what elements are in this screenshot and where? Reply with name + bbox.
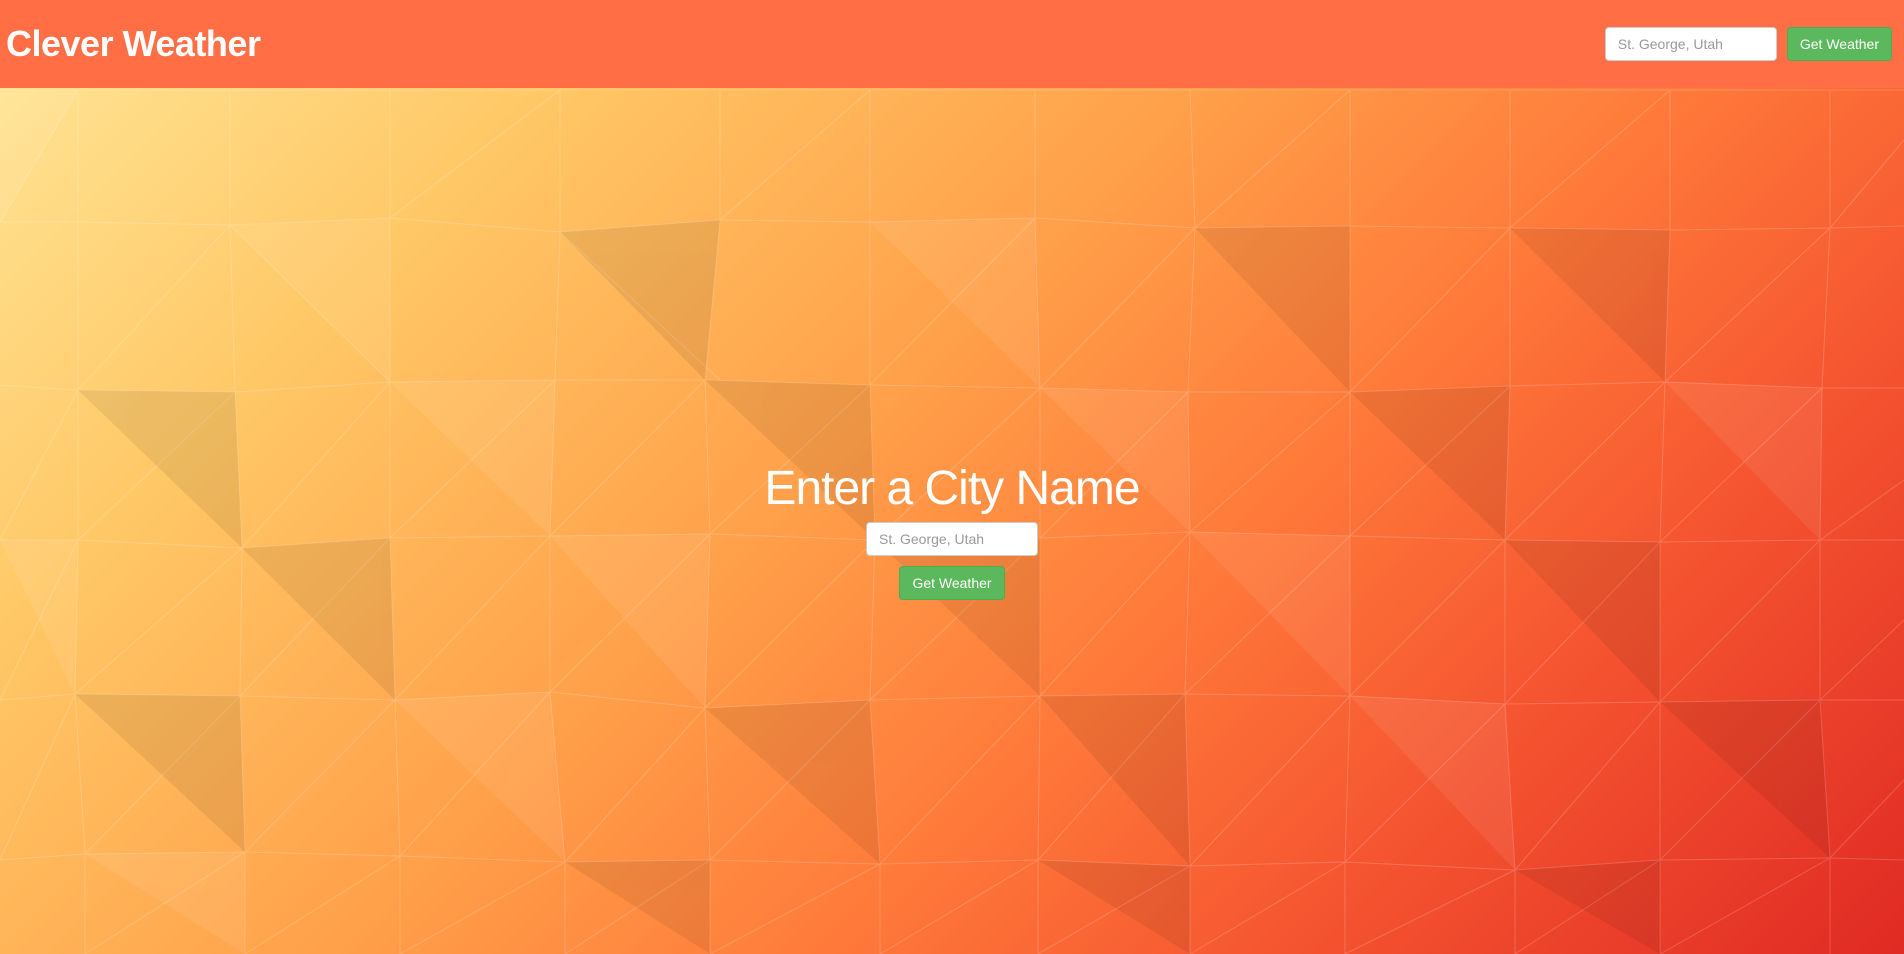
hero-get-weather-button[interactable]: Get Weather [899, 566, 1005, 600]
hero-city-input[interactable] [866, 522, 1038, 556]
navbar: Clever Weather Get Weather [0, 0, 1904, 88]
brand-logo-link[interactable]: Clever Weather [6, 23, 261, 65]
hero-title: Enter a City Name [764, 462, 1140, 515]
page: Enter a City Name Get Weather Clever Wea… [0, 0, 1904, 954]
hero-section: Enter a City Name Get Weather [0, 0, 1904, 954]
navbar-search-form: Get Weather [1604, 27, 1892, 61]
navbar-city-input[interactable] [1604, 27, 1777, 61]
navbar-get-weather-button[interactable]: Get Weather [1786, 27, 1892, 61]
